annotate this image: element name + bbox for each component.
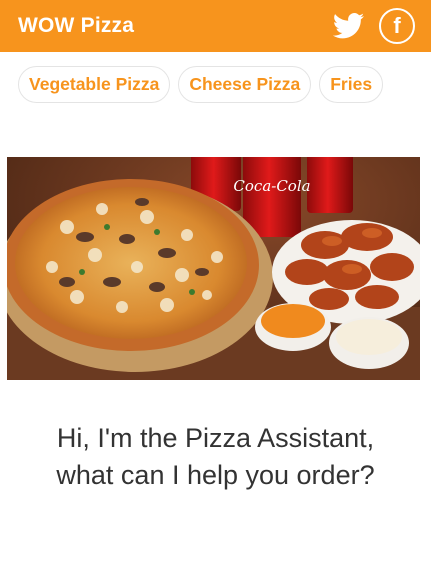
chip-vegetable-pizza[interactable]: Vegetable Pizza xyxy=(18,66,171,103)
twitter-bird-glyph xyxy=(333,13,365,39)
pizza-wings-cola-photo: Coca-Cola xyxy=(7,157,420,380)
chip-fries[interactable]: Fries xyxy=(319,66,384,103)
app-actions: f xyxy=(333,8,415,44)
chip-cheese-pizza[interactable]: Cheese Pizza xyxy=(178,66,312,103)
facebook-icon[interactable]: f xyxy=(379,8,415,44)
facebook-glyph: f xyxy=(393,13,401,38)
assistant-greeting: Hi, I'm the Pizza Assistant, what can I … xyxy=(0,420,431,494)
twitter-icon[interactable] xyxy=(333,13,365,39)
hero-image: Coca-Cola xyxy=(7,157,420,380)
suggestion-chips: Vegetable Pizza Cheese Pizza Fries xyxy=(0,66,431,106)
greeting-line-1: Hi, I'm the Pizza Assistant, xyxy=(56,423,375,453)
can-label: Coca-Cola xyxy=(233,177,310,195)
app-title: WOW Pizza xyxy=(18,14,135,37)
greeting-line-2: what can I help you order? xyxy=(56,460,375,490)
app-bar: WOW Pizza f xyxy=(0,0,431,52)
